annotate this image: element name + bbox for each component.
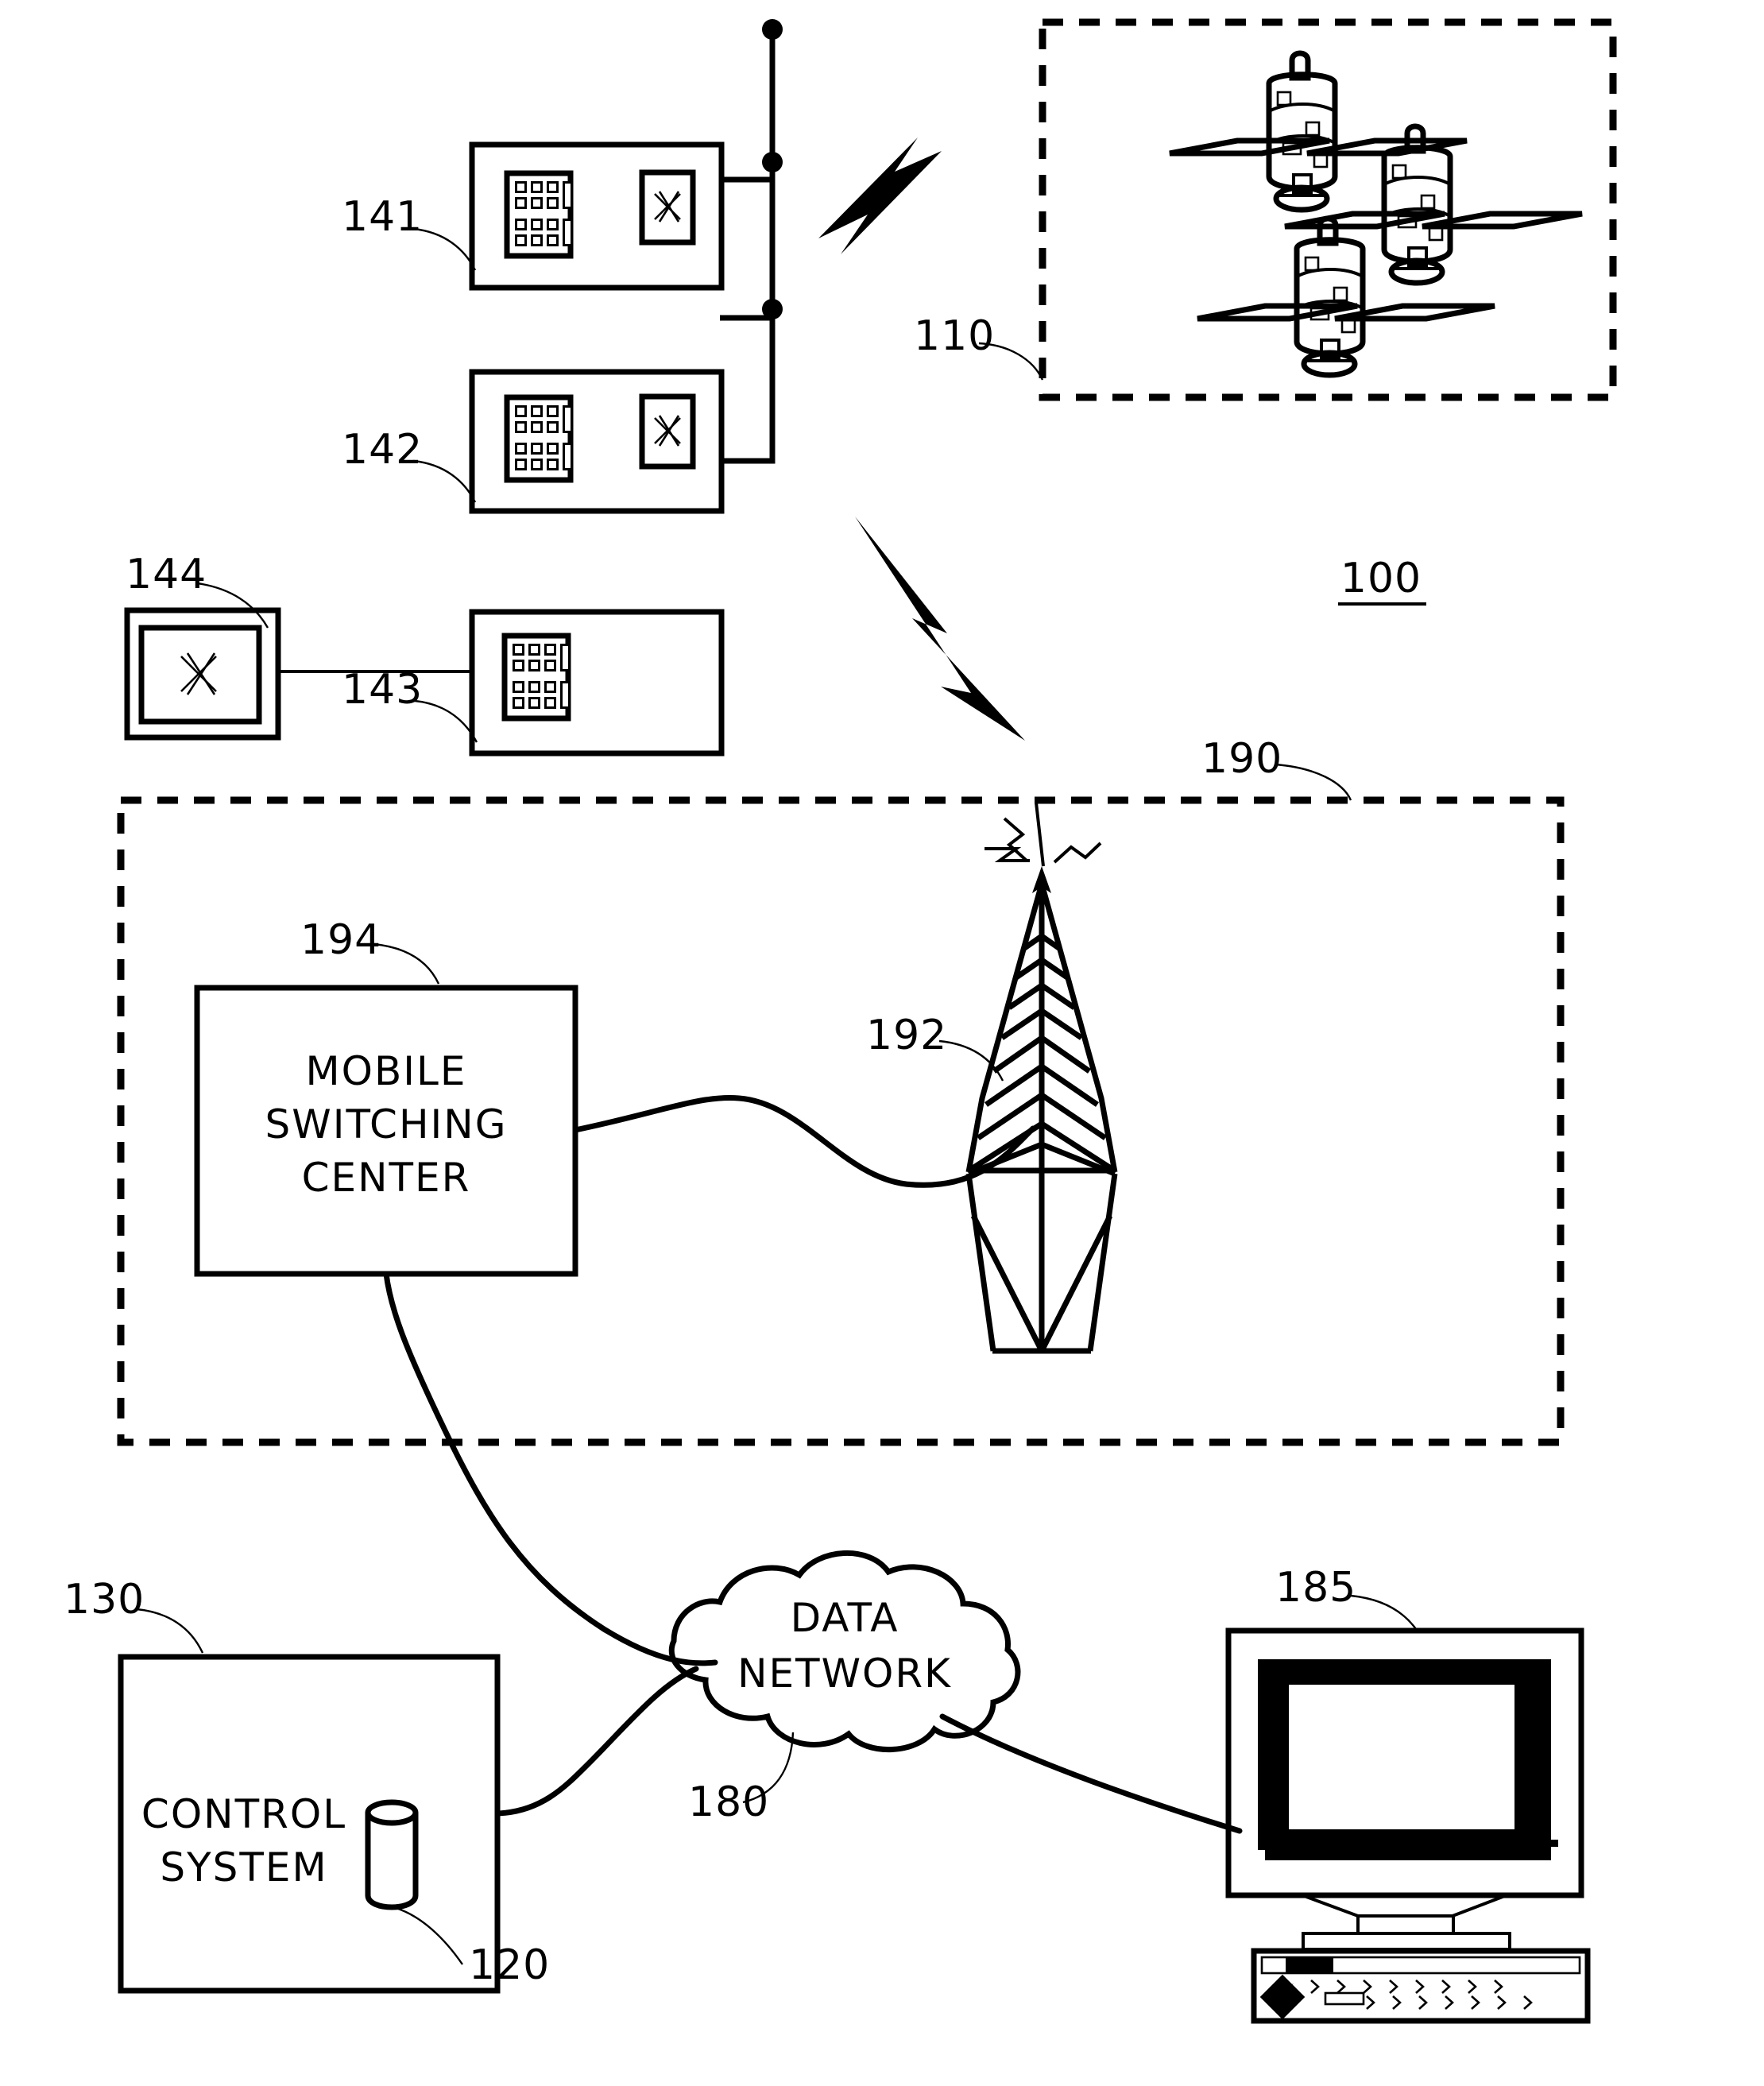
antenna-tip [762,299,783,319]
ref-142-label: 142 [342,426,423,474]
ref-100-label: 100 [1340,555,1422,602]
workstation-group[interactable]: 185 [1225,1564,1591,2024]
ref-185-label: 185 [1275,1564,1356,1612]
ref-194-label: 194 [300,916,381,964]
antenna-tip [762,19,783,40]
data-network-label-line-1: DATA [791,1595,899,1641]
keyboard-fn-block [1286,1958,1333,1972]
data-network-label-line-2: NETWORK [737,1651,952,1697]
ref-180-label: 180 [688,1778,769,1826]
ref-130-label: 130 [64,1576,145,1624]
msc-label-line-1: MOBILE [306,1048,467,1094]
monitor-screen[interactable] [1289,1685,1514,1829]
ref-120-label: 120 [469,1941,550,1989]
control-system-label-line-2: SYSTEM [160,1844,327,1891]
system-reference-100: 100 [1338,555,1426,606]
ref-141-label: 141 [342,193,423,241]
msc-label-line-2: SWITCHING [265,1101,508,1147]
ref-110-label: 110 [914,312,995,360]
antenna-tip [762,152,783,172]
ref-190-label: 190 [1201,735,1282,783]
monitor-power-led [1539,1840,1558,1847]
ref-192-label: 192 [866,1012,947,1059]
patent-figure: 100 110 141 142 143 144 190 MOBILE SWITC… [0,0,1764,2086]
ref-144-label: 144 [126,551,207,598]
control-system-label-line-1: CONTROL [141,1791,346,1837]
msc-label-line-3: CENTER [302,1155,471,1201]
